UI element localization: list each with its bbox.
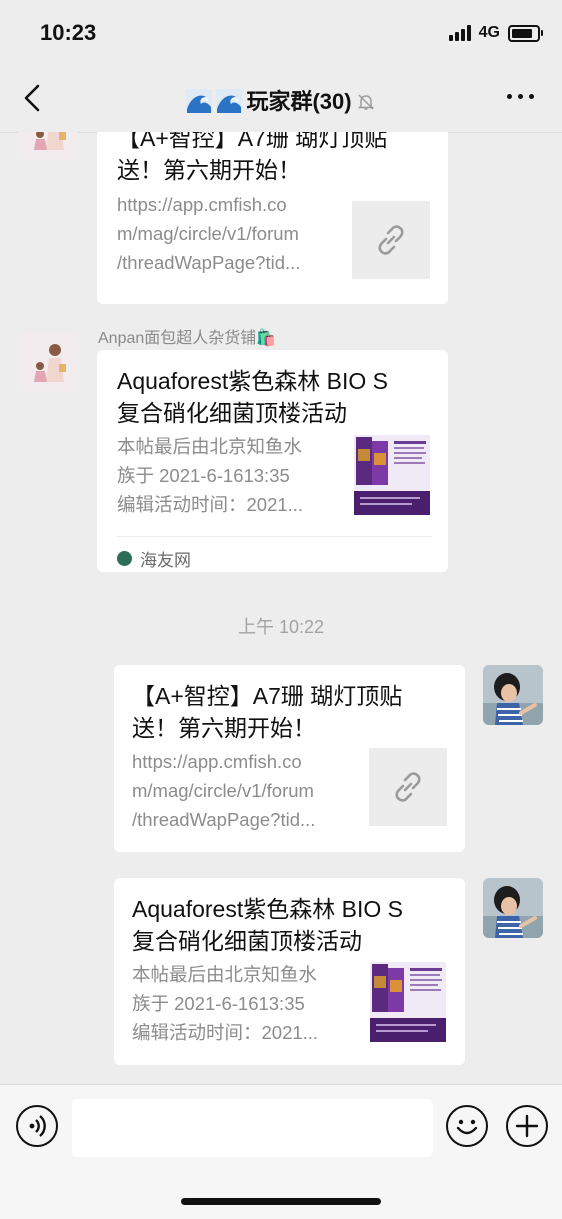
status-icons: 4G [448,24,543,42]
avatar[interactable] [483,665,543,725]
article-message-card[interactable]: Aquaforest紫色森林 BIO S 复合硝化细菌顶楼活动 本帖最后由北京知… [97,350,448,572]
article-thumbnail [370,962,446,1042]
link-message-card[interactable]: 【A+智控】A7珊 瑚灯顶贴 送！第六期开始！ https://app.cmfi… [97,132,448,304]
bell-slash-icon [357,94,374,110]
home-indicator[interactable] [181,1198,381,1205]
voice-button[interactable] [16,1105,58,1147]
family-illustration-icon [18,332,78,392]
article-message-card[interactable]: Aquaforest紫色森林 BIO S 复合硝化细菌顶楼活动 本帖最后由北京知… [114,878,465,1065]
battery-icon [508,24,543,42]
more-dots-icon[interactable] [507,94,534,99]
card-title: 【A+智控】A7珊 瑚灯顶贴 送！第六期开始！ [132,683,403,741]
product-poster-icon [370,962,446,1042]
message-list[interactable]: 【A+智控】A7珊 瑚灯顶贴 送！第六期开始！ https://app.cmfi… [0,132,562,1082]
chat-header: 玩家群(30) [0,64,562,133]
timestamp: 上午 10:22 [237,617,325,637]
plus-icon [515,1114,539,1138]
card-description: 本帖最后由北京知鱼水 族于 2021-6-1613:35 编辑活动时间：2021… [132,964,319,1043]
sender-name: Anpan面包超人杂货铺🛍️ [98,330,277,347]
product-poster-icon [354,435,430,515]
group-name: 玩家群(30) [246,89,352,114]
card-description: 本帖最后由北京知鱼水 族于 2021-6-1613:35 编辑活动时间：2021… [117,436,304,515]
status-time: 10:23 [40,20,97,45]
link-message-card[interactable]: 【A+智控】A7珊 瑚灯顶贴 送！第六期开始！ https://app.cmfi… [114,665,465,852]
source-label: 海友网 [117,546,191,571]
link-icon [395,772,421,802]
child-photo-icon [483,878,543,938]
card-divider [117,536,432,537]
wave-emoji-icon [216,89,243,113]
article-thumbnail [354,435,430,515]
link-thumbnail [369,748,447,826]
chat-title: 玩家群(30) [0,84,562,116]
message-input[interactable] [72,1099,433,1157]
card-title: Aquaforest紫色森林 BIO S 复合硝化细菌顶楼活动 [117,368,388,426]
card-title: Aquaforest紫色森林 BIO S 复合硝化细菌顶楼活动 [132,896,403,954]
card-description: https://app.cmfish.co m/mag/circle/v1/fo… [117,194,301,273]
child-photo-icon [483,665,543,725]
add-button[interactable] [506,1105,548,1147]
haiyou-logo-icon [117,551,132,566]
status-bar: 10:23 4G [0,0,562,64]
signal-icon [448,25,471,41]
network-type: 4G [478,24,500,41]
link-icon [378,225,404,255]
avatar[interactable] [18,332,78,392]
emoji-icon [456,1119,478,1135]
avatar[interactable] [483,878,543,938]
wave-emoji-icon [186,89,213,113]
voice-icon [29,1115,46,1137]
family-illustration-icon [18,132,78,160]
card-description: https://app.cmfish.co m/mag/circle/v1/fo… [132,751,316,830]
emoji-button[interactable] [446,1105,488,1147]
card-title: 【A+智控】A7珊 瑚灯顶贴 送！第六期开始！ [117,132,388,183]
link-thumbnail [352,201,430,279]
avatar[interactable] [18,132,78,160]
